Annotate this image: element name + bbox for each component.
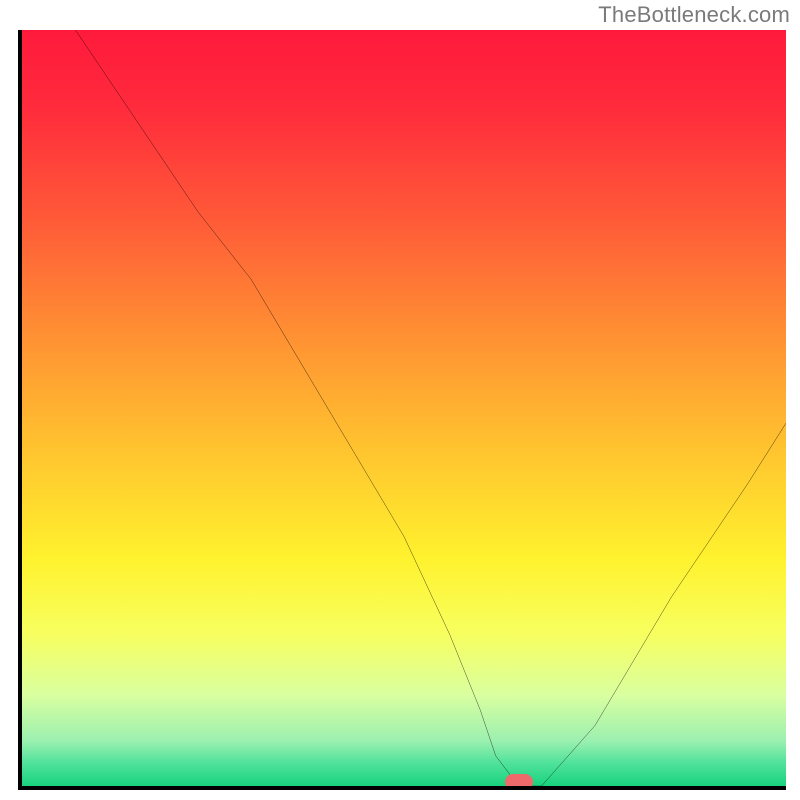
chart-frame: TheBottleneck.com — [0, 0, 800, 800]
bottleneck-curve — [22, 30, 786, 786]
optimal-marker — [505, 774, 533, 790]
plot-area — [18, 30, 786, 790]
watermark-label: TheBottleneck.com — [598, 2, 790, 28]
